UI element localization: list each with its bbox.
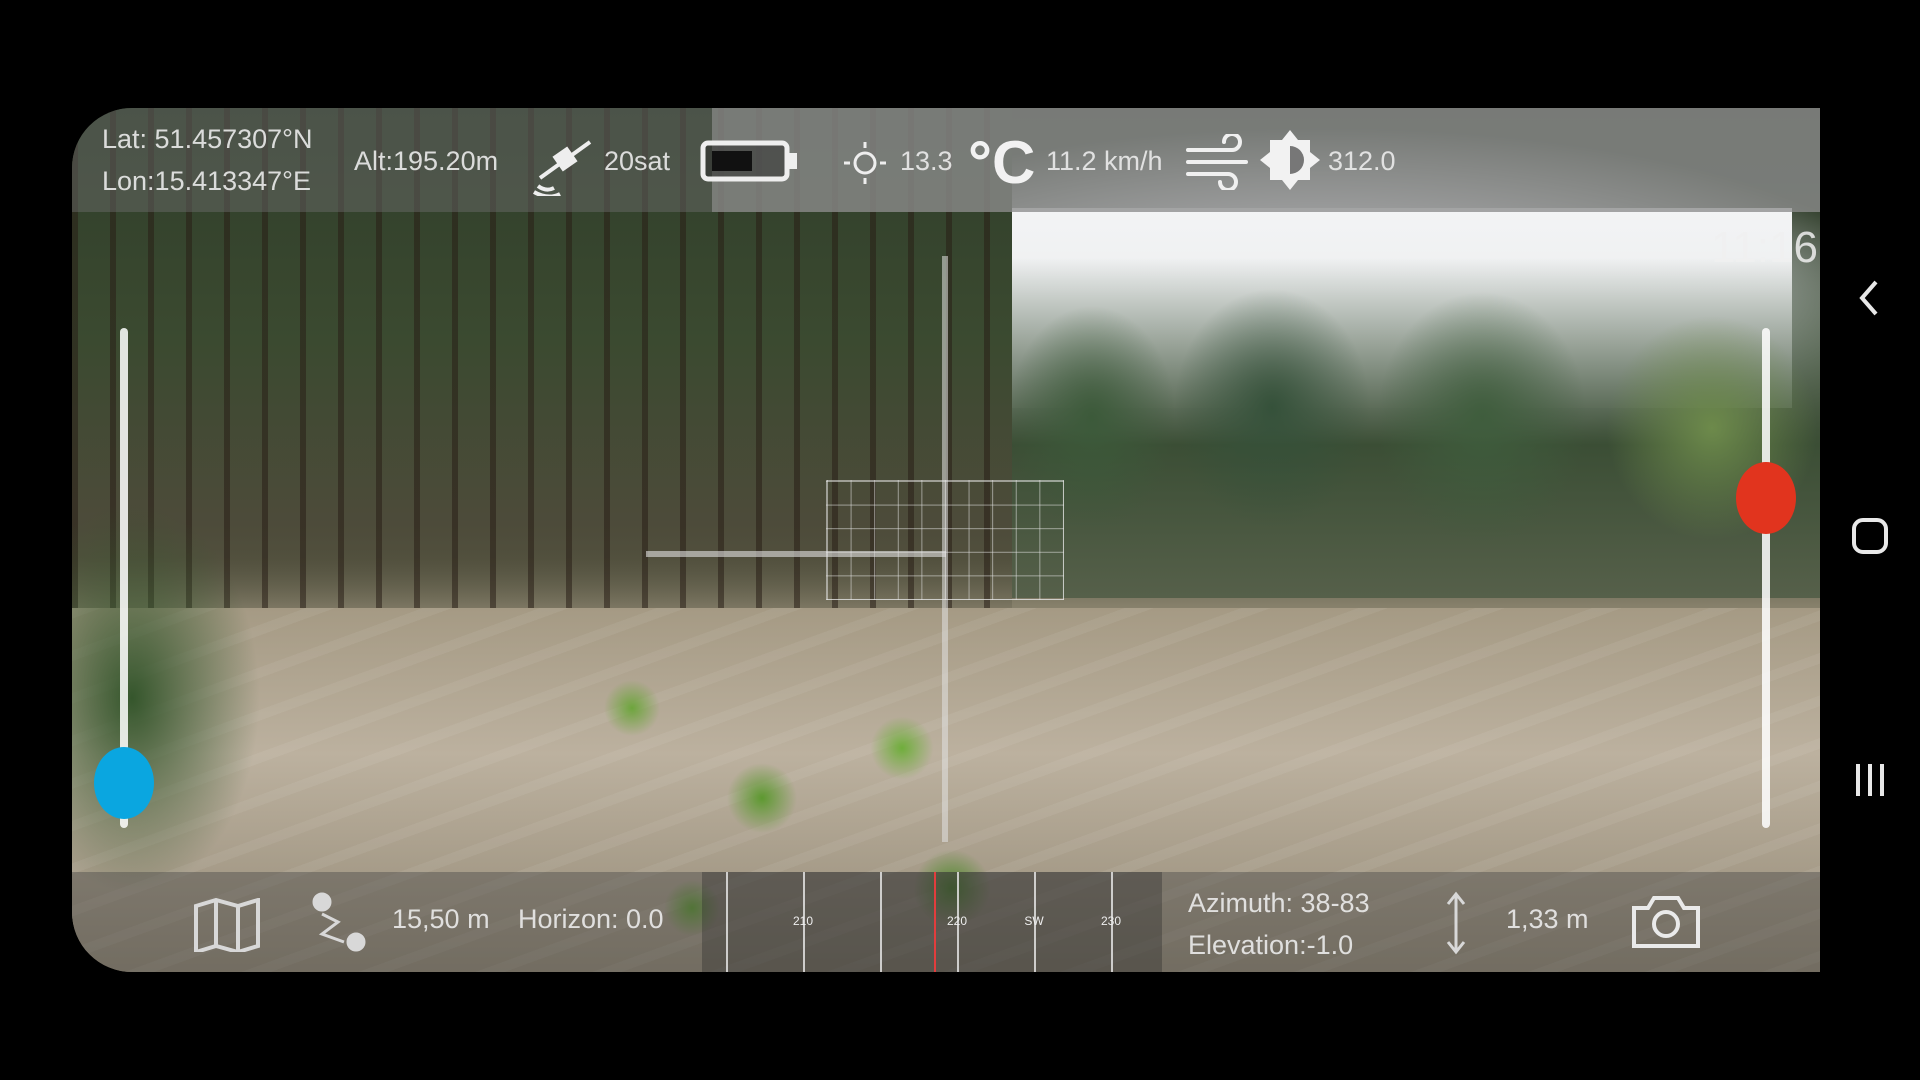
home-icon[interactable]: [1850, 516, 1890, 556]
longitude-readout: Lon:15.413347°E: [102, 166, 311, 196]
compass-label: 230: [1100, 914, 1122, 928]
clock: 11:16: [1711, 223, 1818, 272]
elevation-readout: Elevation:-1.0: [1188, 930, 1354, 960]
right-slider-knob[interactable]: [1736, 462, 1796, 534]
brightness-icon: [1260, 130, 1320, 190]
wind-speed: 11.2 km/h: [1046, 146, 1163, 176]
right-slider-track[interactable]: [1762, 328, 1770, 828]
target-grid: [826, 480, 1064, 600]
back-icon[interactable]: [1854, 278, 1884, 318]
compass-label: SW: [1024, 914, 1044, 928]
tree-line-background: [1012, 258, 1820, 598]
left-slider-knob[interactable]: [94, 747, 154, 819]
vertical-arrow-icon: [1446, 891, 1466, 955]
satellite-icon: [533, 140, 592, 196]
compass-tick: [880, 872, 882, 972]
navigation-bar: [1820, 0, 1920, 1080]
compass-label: 220: [946, 914, 968, 928]
compass-needle: [934, 872, 936, 972]
camera-viewfinder[interactable]: Lat: 51.457307°N Lon:15.413347°E Alt:195…: [72, 108, 1820, 972]
sun-value: 13.3: [900, 146, 953, 176]
sun-icon: [844, 142, 886, 184]
compass-label: 210: [792, 914, 814, 928]
battery-icon: [700, 140, 797, 182]
distance-readout: 15,50 m: [392, 904, 490, 934]
satellite-count: 20sat: [604, 146, 671, 176]
height-readout: 1,33 m: [1506, 904, 1589, 934]
azimuth-readout: Azimuth: 38-83: [1188, 888, 1370, 918]
brightness-value: 312.0: [1328, 146, 1396, 176]
compass-strip: 210 220 SW 230: [702, 872, 1162, 972]
map-icon[interactable]: [192, 898, 262, 952]
altitude-readout: Alt:195.20m: [354, 146, 499, 176]
camera-icon[interactable]: [1630, 892, 1702, 950]
latitude-readout: Lat: 51.457307°N: [102, 124, 313, 154]
temperature-unit: °C: [968, 129, 1036, 196]
recents-icon[interactable]: [1852, 760, 1888, 800]
horizon-readout: Horizon: 0.0: [518, 904, 664, 934]
compass-tick: [726, 872, 728, 972]
wind-icon: [1186, 134, 1248, 190]
route-icon[interactable]: [308, 890, 372, 956]
